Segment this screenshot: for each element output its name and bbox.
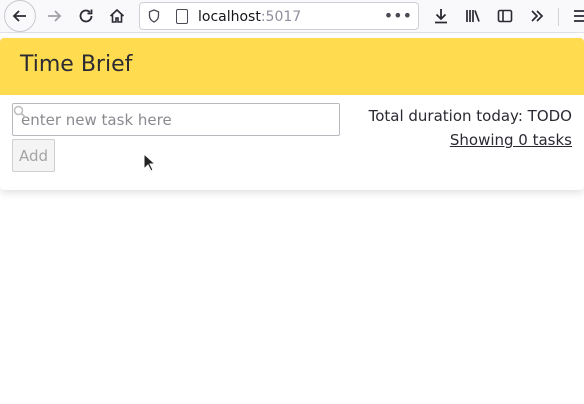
- page-icon: [176, 9, 188, 24]
- url-bar[interactable]: localhost:5017 •••: [139, 2, 419, 30]
- library-icon: [466, 10, 480, 22]
- page-actions-icon[interactable]: •••: [384, 6, 412, 25]
- home-icon: [109, 8, 125, 23]
- sidebar-button[interactable]: [490, 1, 520, 31]
- browser-toolbar: localhost:5017 •••: [0, 0, 584, 33]
- reload-icon: [79, 9, 93, 23]
- mouse-cursor-icon: [143, 153, 157, 172]
- forward-button[interactable]: [39, 1, 69, 31]
- search-icon: [13, 105, 27, 119]
- app-card: Time Brief Add Total duration today: TOD…: [0, 38, 584, 190]
- total-duration: Total duration today: TODO: [368, 107, 572, 125]
- back-arrow-icon: [12, 10, 26, 22]
- url-text[interactable]: localhost:5017: [198, 9, 301, 25]
- back-button[interactable]: [4, 0, 36, 32]
- download-icon: [435, 9, 447, 24]
- hamburger-icon: [574, 10, 584, 22]
- double-chevron-icon: [531, 10, 544, 22]
- app-header: Time Brief: [0, 38, 584, 95]
- app-title: Time Brief: [20, 52, 133, 77]
- add-button[interactable]: Add: [12, 139, 55, 172]
- home-button[interactable]: [102, 1, 132, 31]
- downloads-button[interactable]: [426, 1, 456, 31]
- sidebar-icon: [497, 9, 513, 23]
- url-host: localhost: [198, 9, 261, 25]
- task-input[interactable]: [12, 103, 340, 136]
- menu-button[interactable]: [566, 1, 584, 31]
- url-port: :5017: [260, 9, 302, 25]
- reload-button[interactable]: [71, 1, 101, 31]
- overflow-button[interactable]: [522, 1, 552, 31]
- library-button[interactable]: [458, 1, 488, 31]
- shield-icon[interactable]: [148, 9, 160, 23]
- forward-arrow-icon: [48, 10, 62, 22]
- toolbar-separator: [558, 8, 559, 26]
- showing-tasks-link[interactable]: Showing 0 tasks: [450, 131, 572, 149]
